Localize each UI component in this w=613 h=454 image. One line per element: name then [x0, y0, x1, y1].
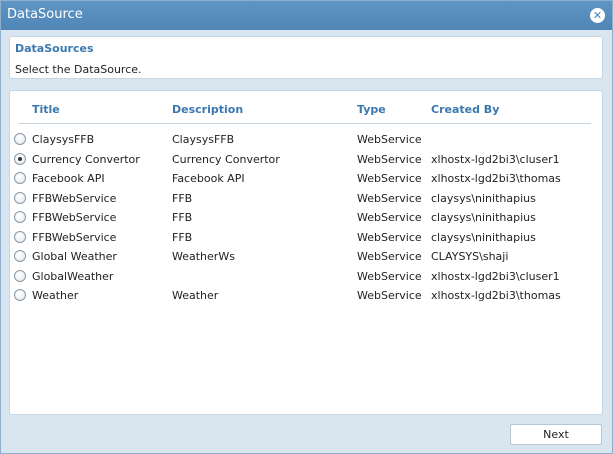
- cell-type: WebService: [357, 152, 422, 166]
- cell-title: FFBWebService: [32, 230, 117, 244]
- header-divider: [18, 123, 591, 124]
- row-radio-button[interactable]: [14, 269, 26, 282]
- table-row[interactable]: Currency Convertor Currency Convertor WebS…: [10, 150, 600, 169]
- table-row[interactable]: FFBWebService FFB WebService claysys\ninith…: [10, 208, 600, 227]
- row-radio-button[interactable]: [14, 152, 26, 165]
- cell-description: Facebook API: [172, 172, 245, 185]
- cell-description: FFB: [172, 211, 193, 224]
- row-radio-button[interactable]: [14, 289, 26, 301]
- row-radio-button[interactable]: [14, 230, 26, 243]
- panel-instruction: Select the DataSource.: [15, 63, 142, 76]
- datasource-table: Title Description Type Created By Claysy…: [9, 90, 603, 415]
- cell-type: WebService: [357, 191, 422, 205]
- table-row[interactable]: Global Weather WeatherWs WebService CLAYSYS…: [10, 247, 600, 266]
- cell-type: WebService: [357, 289, 422, 302]
- cell-type: WebService: [357, 230, 422, 244]
- header-panel: DataSources Select the DataSource.: [9, 36, 603, 79]
- cell-created-by: xlhostx-lgd2bi3\thomas: [431, 289, 561, 302]
- table-row[interactable]: FFBWebService FFB WebService claysys\ninith…: [10, 228, 600, 247]
- column-header-type: Type: [357, 103, 386, 116]
- cell-title: Weather: [32, 289, 79, 302]
- cell-type: WebService: [357, 211, 422, 224]
- table-row[interactable]: ClaysysFFB ClaysysFFB WebService: [10, 130, 600, 149]
- cell-description: WeatherWs: [172, 250, 235, 263]
- cell-created-by: xlhostx-lgd2bi3\thomas: [431, 172, 561, 185]
- close-icon[interactable]: ✕: [590, 8, 605, 23]
- row-radio-button[interactable]: [14, 211, 26, 223]
- cell-created-by: CLAYSYS\shaji: [431, 250, 509, 263]
- cell-title: Facebook API: [32, 172, 105, 185]
- panel-heading: DataSources: [15, 42, 94, 55]
- cell-created-by: xlhostx-lgd2bi3\cluser1: [431, 269, 560, 283]
- cell-type: WebService: [357, 133, 422, 146]
- table-row[interactable]: Weather Weather WebService xlhostx-lgd2bi3\…: [10, 286, 600, 305]
- row-radio-button[interactable]: [14, 172, 26, 184]
- next-button[interactable]: Next: [510, 424, 602, 445]
- table-row[interactable]: FFBWebService FFB WebService claysys\ninith…: [10, 189, 600, 208]
- cell-description: Weather: [172, 289, 219, 302]
- title-bar: DataSource ✕: [1, 1, 612, 30]
- cell-created-by: xlhostx-lgd2bi3\cluser1: [431, 152, 560, 166]
- column-header-description: Description: [172, 103, 244, 116]
- cell-description: FFB: [172, 230, 193, 244]
- table-row[interactable]: GlobalWeather WebService xlhostx-lgd2bi3\c…: [10, 267, 600, 286]
- cell-type: WebService: [357, 269, 422, 283]
- cell-description: Currency Convertor: [172, 152, 280, 166]
- cell-created-by: claysys\ninithapius: [431, 211, 536, 224]
- cell-title: Currency Convertor: [32, 152, 140, 166]
- cell-type: WebService: [357, 250, 422, 263]
- cell-description: FFB: [172, 191, 193, 205]
- row-radio-button[interactable]: [14, 133, 26, 145]
- cell-created-by: claysys\ninithapius: [431, 230, 536, 244]
- cell-title: GlobalWeather: [32, 269, 114, 283]
- cell-title: FFBWebService: [32, 191, 117, 205]
- datasource-dialog: DataSource ✕ DataSources Select the Data…: [0, 0, 613, 454]
- column-header-created-by: Created By: [431, 103, 500, 116]
- cell-title: ClaysysFFB: [32, 133, 95, 146]
- row-radio-button[interactable]: [14, 250, 26, 262]
- row-radio-button[interactable]: [14, 191, 26, 204]
- window-title: DataSource: [7, 7, 83, 22]
- table-row[interactable]: Facebook API Facebook API WebService xlhost…: [10, 169, 600, 188]
- cell-created-by: claysys\ninithapius: [431, 191, 536, 205]
- cell-type: WebService: [357, 172, 422, 185]
- column-header-title: Title: [32, 103, 60, 116]
- cell-description: ClaysysFFB: [172, 133, 235, 146]
- cell-title: Global Weather: [32, 250, 117, 263]
- cell-title: FFBWebService: [32, 211, 117, 224]
